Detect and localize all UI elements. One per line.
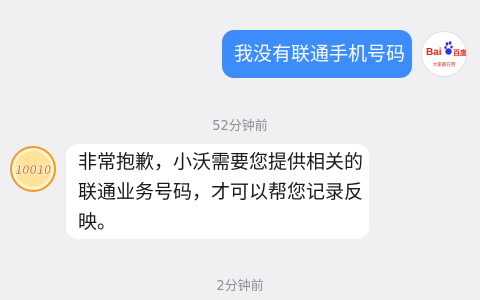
incoming-message-line: 映。 xyxy=(78,211,117,233)
incoming-message-bubble[interactable]: 非常抱歉，小沃需要您提供相关的 联通业务号码，才可以帮您记录反 映。 xyxy=(66,144,369,239)
chat-view: 我没有联通手机号码 Bai 百度 大家都在用 52分钟前 10010 非常抱歉，… xyxy=(0,0,480,300)
outgoing-message-bubble[interactable]: 我没有联通手机号码 xyxy=(222,30,412,78)
logo-text-bai: Bai xyxy=(426,47,442,58)
logo-10010-text: 10010 xyxy=(15,162,52,177)
timestamp: 52分钟前 xyxy=(212,119,268,134)
incoming-message-line: 非常抱歉，小沃需要您提供相关的 xyxy=(78,151,364,173)
paw-icon xyxy=(444,41,453,55)
logo-text-baidu: 百度 xyxy=(453,48,466,57)
timestamp: 2分钟前 xyxy=(216,279,264,294)
logo-caption: 大家都在用 xyxy=(433,61,456,68)
user-avatar[interactable]: Bai 百度 大家都在用 xyxy=(421,31,467,77)
agent-avatar[interactable]: 10010 xyxy=(10,146,56,192)
incoming-message-line: 联通业务号码，才可以帮您记录反 xyxy=(78,181,364,203)
outgoing-message-text: 我没有联通手机号码 xyxy=(234,43,406,65)
baidu-logo-icon: Bai 百度 大家都在用 xyxy=(426,41,466,68)
unicom-10010-logo-icon: 10010 xyxy=(10,146,56,192)
